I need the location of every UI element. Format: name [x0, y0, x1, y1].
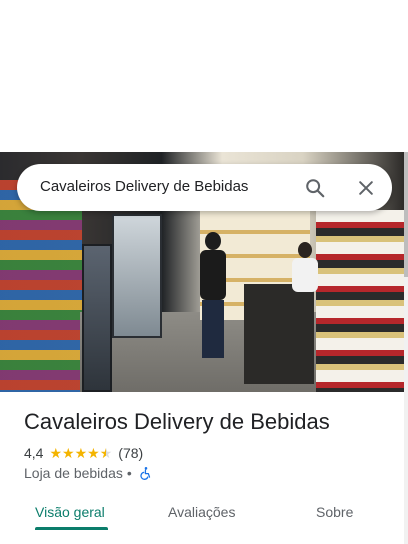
wheelchair-icon	[140, 467, 150, 480]
category-row: Loja de bebidas •	[24, 464, 153, 482]
rating-value: 4,4	[24, 445, 44, 461]
fridge	[112, 214, 162, 338]
star-icon: ★	[49, 445, 63, 461]
half-star-icon: ★	[99, 445, 113, 461]
search-input[interactable]: Cavaleiros Delivery de Bebidas	[40, 178, 262, 195]
search-bar[interactable]: Cavaleiros Delivery de Bebidas	[17, 164, 392, 211]
person	[290, 242, 320, 292]
tab-overview[interactable]: Visão geral	[35, 504, 105, 520]
shelf-left	[0, 180, 82, 392]
star-icon: ★	[62, 445, 75, 461]
fridge	[82, 244, 112, 392]
place-title: Cavaleiros Delivery de Bebidas	[24, 409, 330, 434]
counter	[244, 284, 314, 384]
star-icon: ★	[74, 445, 88, 461]
shelf-right	[316, 210, 404, 392]
category-label: Loja de bebidas	[24, 465, 123, 481]
rating-stars: ★ ★ ★ ★ ★	[49, 446, 112, 460]
person	[196, 232, 230, 362]
rating-row[interactable]: 4,4 ★ ★ ★ ★ ★ (78)	[24, 444, 143, 462]
reviews-count[interactable]: (78)	[118, 445, 143, 461]
scrollbar-thumb[interactable]	[404, 152, 408, 277]
close-icon[interactable]	[356, 178, 376, 198]
tab-about[interactable]: Sobre	[316, 504, 353, 520]
map-place-page: Cavaleiros Delivery de Bebidas Cavaleiro…	[0, 0, 408, 544]
search-icon[interactable]	[304, 177, 326, 199]
tab-reviews[interactable]: Avaliações	[168, 504, 235, 520]
place-tabs: Visão geral Avaliações Sobre	[0, 494, 404, 544]
separator-dot: •	[126, 465, 132, 481]
star-icon: ★	[87, 445, 100, 461]
active-tab-indicator	[35, 527, 108, 530]
